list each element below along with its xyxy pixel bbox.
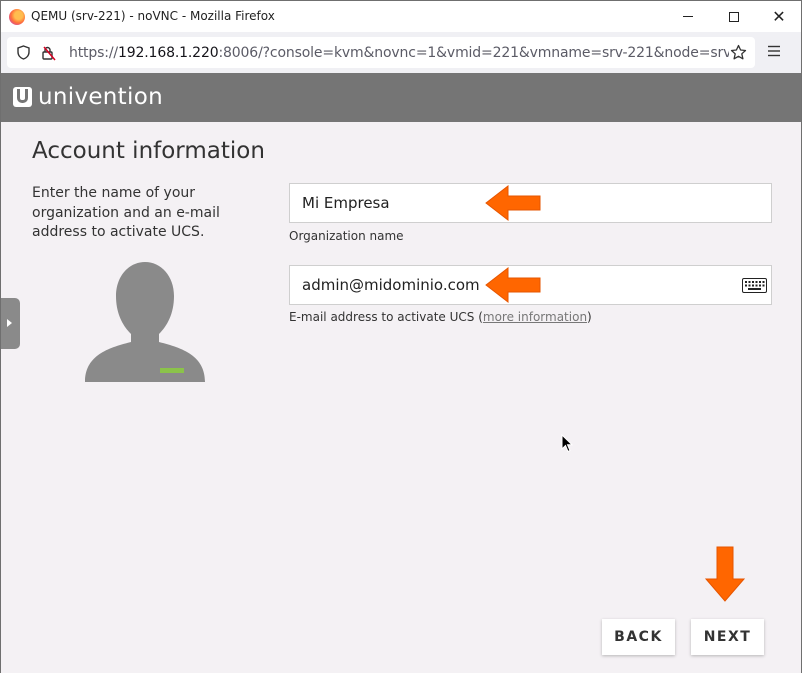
minimize-button[interactable] (665, 1, 711, 32)
hamburger-menu-icon[interactable] (767, 45, 781, 57)
url-prefix: https:// (69, 45, 118, 61)
keyboard-icon[interactable] (742, 278, 767, 293)
window-title: QEMU (srv-221) - noVNC - Mozilla Firefox (31, 9, 275, 23)
url-text[interactable]: https://192.168.1.220:8006/?console=kvm&… (69, 45, 729, 61)
univention-logo-icon (13, 87, 32, 107)
lock-warning-icon[interactable] (41, 45, 57, 61)
url-host: 192.168.1.220 (117, 45, 219, 61)
mouse-cursor-icon (561, 434, 573, 453)
more-information-link[interactable]: more information (483, 310, 587, 324)
url-rest: :8006/?console=kvm&novnc=1&vmid=221&vmna… (218, 45, 729, 61)
univention-header: univention (1, 73, 801, 122)
email-label-prefix: E-mail address to activate UCS ( (289, 310, 483, 324)
next-button[interactable]: NEXT (691, 619, 764, 655)
organization-name-label: Organization name (289, 229, 404, 243)
firefox-icon (9, 9, 25, 25)
email-label: E-mail address to activate UCS (more inf… (289, 310, 592, 324)
shield-icon[interactable] (17, 45, 30, 60)
back-button[interactable]: BACK (602, 619, 675, 655)
close-icon: ✕ (772, 6, 786, 26)
annotation-arrow-left-icon (485, 266, 541, 304)
email-value: admin@midominio.com (302, 276, 480, 294)
expand-arrow-icon (7, 319, 12, 327)
bookmark-star-icon[interactable] (730, 44, 747, 61)
navigation-toolbar: https://192.168.1.220:8006/?console=kvm&… (1, 32, 801, 73)
novnc-sidebar-handle[interactable] (1, 298, 20, 349)
browser-window: QEMU (srv-221) - noVNC - Mozilla Firefox… (0, 0, 802, 673)
maximize-icon (729, 11, 739, 22)
address-bar[interactable]: https://192.168.1.220:8006/?console=kvm&… (7, 37, 755, 68)
univention-brand: univention (38, 84, 163, 110)
maximize-button[interactable] (711, 1, 757, 32)
setup-content: Account information Enter the name of yo… (1, 122, 801, 673)
user-avatar-icon (85, 262, 205, 382)
title-bar: QEMU (srv-221) - noVNC - Mozilla Firefox… (1, 1, 801, 32)
email-label-suffix: ) (587, 310, 592, 324)
close-button[interactable]: ✕ (756, 1, 802, 32)
annotation-arrow-left-icon (485, 184, 541, 222)
minimize-icon (683, 16, 693, 17)
page-title: Account information (32, 138, 265, 164)
organization-name-value: Mi Empresa (302, 194, 390, 212)
annotation-arrow-down-icon (704, 546, 746, 602)
page-description: Enter the name of your organization and … (32, 185, 220, 240)
